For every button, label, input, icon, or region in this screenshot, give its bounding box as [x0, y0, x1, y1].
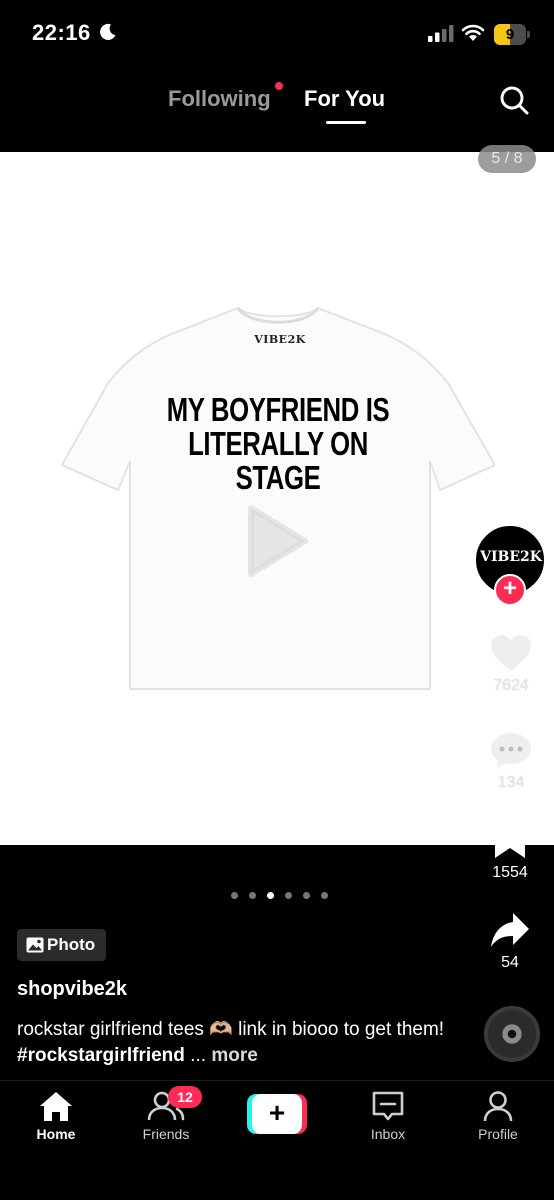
- tab-inbox[interactable]: Inbox: [348, 1090, 428, 1142]
- caption-text: rockstar girlfriend tees 🫶🏼 link in bioo…: [17, 1019, 445, 1040]
- tshirt-image: [60, 306, 495, 690]
- friends-notification-badge: 12: [168, 1086, 202, 1108]
- status-bar: 22:16 9: [0, 0, 554, 64]
- photo-page-counter: 5 / 8: [478, 145, 536, 173]
- post-caption[interactable]: rockstar girlfriend tees 🫶🏼 link in bioo…: [17, 1017, 457, 1069]
- like-button[interactable]: 7624: [481, 633, 541, 695]
- tab-profile-label: Profile: [478, 1126, 518, 1142]
- heart-icon: [491, 635, 531, 671]
- tab-for-you[interactable]: For You: [304, 86, 385, 112]
- cellular-signal-icon: [428, 25, 454, 42]
- tab-home-label: Home: [36, 1126, 76, 1142]
- tab-friends-label: Friends: [142, 1126, 190, 1142]
- play-icon[interactable]: [245, 502, 311, 580]
- tab-profile[interactable]: Profile: [458, 1090, 538, 1142]
- bookmark-icon: [495, 823, 525, 858]
- carousel-dot-active: [267, 892, 274, 899]
- wifi-icon: [461, 24, 485, 41]
- like-count: 7624: [493, 677, 529, 694]
- carousel-dot: [285, 892, 292, 899]
- share-button[interactable]: 54: [480, 910, 540, 972]
- share-icon: [491, 913, 529, 947]
- caption-more-link[interactable]: more: [211, 1045, 257, 1066]
- tshirt-brand-label: VIBE2K: [254, 333, 306, 346]
- comment-button[interactable]: 134: [481, 730, 541, 792]
- battery-icon: 9: [494, 24, 530, 45]
- creator-avatar-logo: VIBE2K: [480, 549, 542, 565]
- photo-label: Photo: [47, 935, 96, 954]
- photo-mode-badge: Photo: [17, 929, 106, 961]
- follow-button[interactable]: +: [494, 574, 526, 606]
- carousel-dot: [249, 892, 256, 899]
- inbox-icon: [372, 1091, 404, 1121]
- share-count: 54: [501, 954, 519, 971]
- plus-icon: +: [502, 575, 517, 602]
- carousel-dot: [303, 892, 310, 899]
- carousel-dot: [321, 892, 328, 899]
- active-tab-indicator: [326, 121, 366, 124]
- following-notification-dot: [275, 82, 283, 90]
- photo-icon: [26, 937, 44, 953]
- carousel-dot: [231, 892, 238, 899]
- tshirt-print-text: MY BOYFRIEND IS LITERALLY ON STAGE: [166, 391, 390, 496]
- carousel-indicator: [228, 892, 328, 902]
- home-icon: [40, 1092, 72, 1121]
- caption-ellipsis: ...: [184, 1045, 207, 1066]
- tab-following[interactable]: Following: [168, 86, 271, 112]
- status-time: 22:16: [32, 20, 91, 45]
- search-icon[interactable]: [498, 84, 530, 116]
- save-count: 1554: [492, 864, 528, 881]
- caption-hashtag[interactable]: #rockstargirlfriend: [17, 1045, 185, 1066]
- tab-inbox-label: Inbox: [370, 1126, 406, 1142]
- battery-level: 9: [505, 26, 515, 43]
- music-disc-icon[interactable]: [484, 1006, 540, 1062]
- moon-icon: [100, 23, 116, 40]
- tab-home[interactable]: Home: [16, 1090, 96, 1142]
- profile-icon: [483, 1091, 513, 1122]
- feed-header: Following For You: [0, 70, 554, 130]
- comment-icon: [491, 733, 531, 768]
- create-button[interactable]: +: [247, 1094, 307, 1134]
- create-plus-icon: +: [268, 1097, 286, 1128]
- comment-count: 134: [497, 774, 525, 791]
- creator-username[interactable]: shopvibe2k: [17, 978, 127, 1001]
- save-button[interactable]: 1554: [480, 820, 540, 882]
